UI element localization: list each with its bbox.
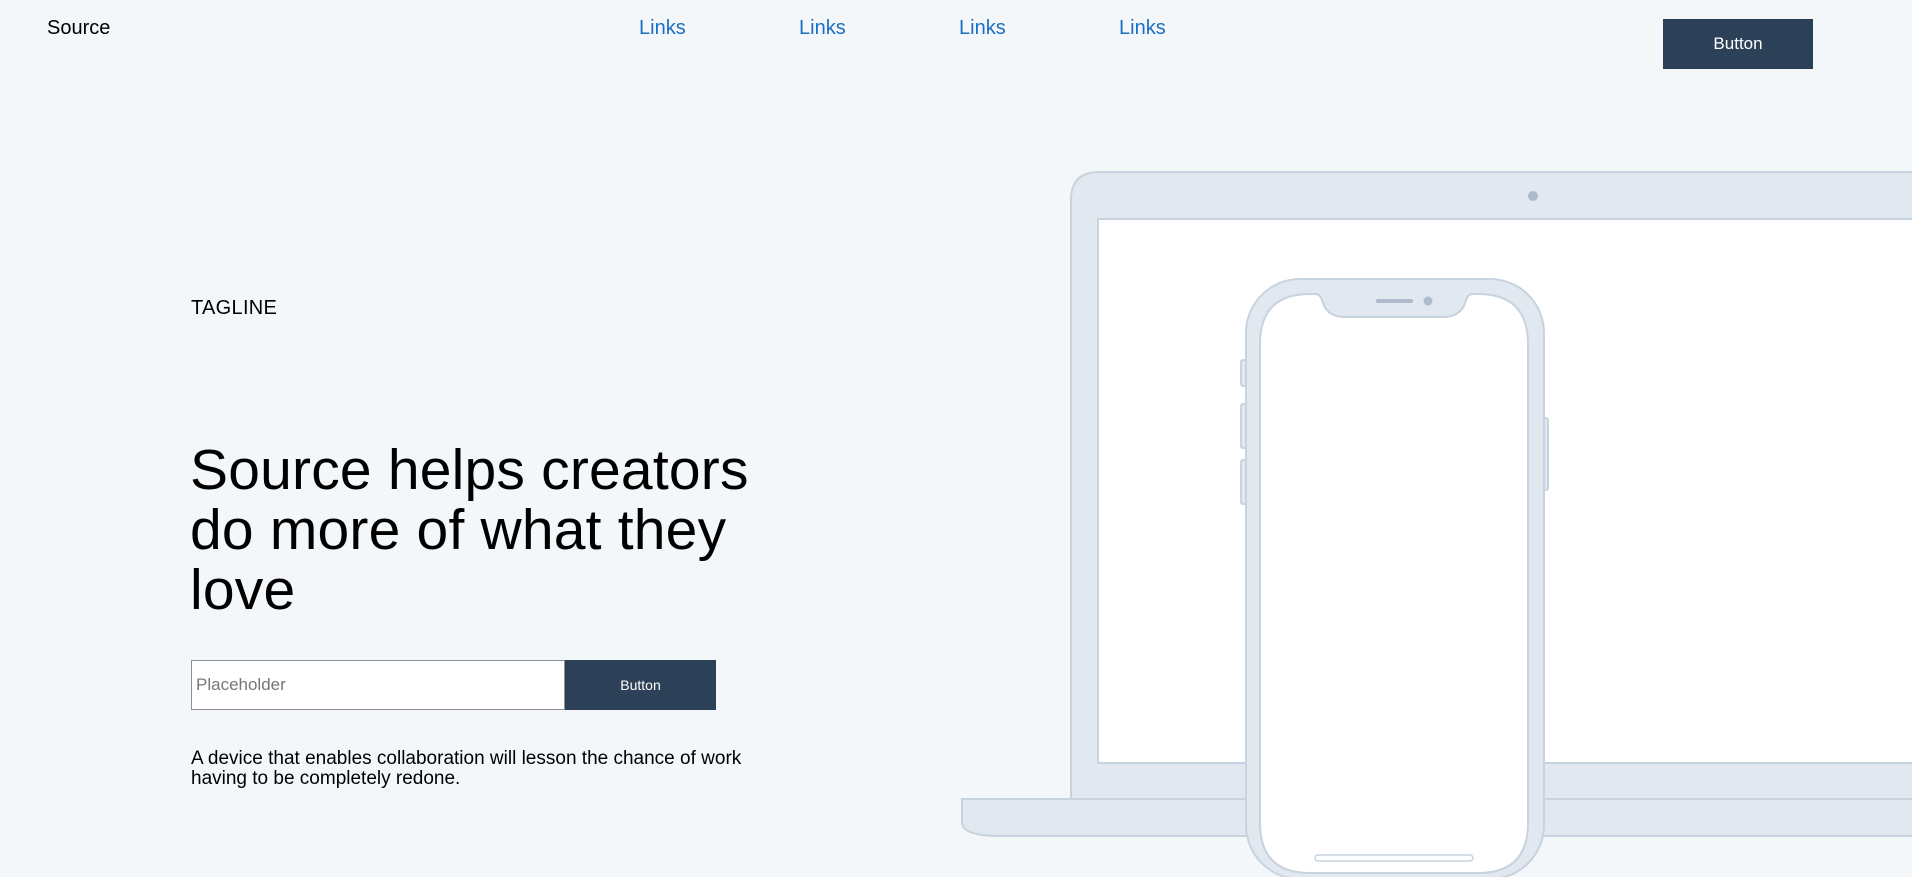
signup-input[interactable] bbox=[191, 660, 565, 710]
signup-form: Button bbox=[191, 660, 716, 710]
hero-title: Source helps creators do more of what th… bbox=[190, 438, 749, 622]
nav-link-3[interactable]: Links bbox=[959, 17, 1119, 40]
hero-description: A device that enables collaboration will… bbox=[191, 748, 742, 789]
nav-link-1[interactable]: Links bbox=[639, 17, 799, 40]
nav-link-2[interactable]: Links bbox=[799, 17, 959, 40]
landing-page: Source Links Links Links Links Button TA… bbox=[0, 0, 1912, 877]
header-cta-button[interactable]: Button bbox=[1663, 19, 1813, 69]
brand-logo-text[interactable]: Source bbox=[47, 17, 110, 40]
signup-button[interactable]: Button bbox=[565, 660, 716, 710]
nav-link-4[interactable]: Links bbox=[1119, 17, 1279, 40]
phone-illustration bbox=[1240, 278, 1549, 877]
top-nav: Links Links Links Links bbox=[639, 17, 1279, 40]
laptop-illustration bbox=[961, 171, 1912, 837]
hero-tagline: TAGLINE bbox=[191, 297, 278, 319]
